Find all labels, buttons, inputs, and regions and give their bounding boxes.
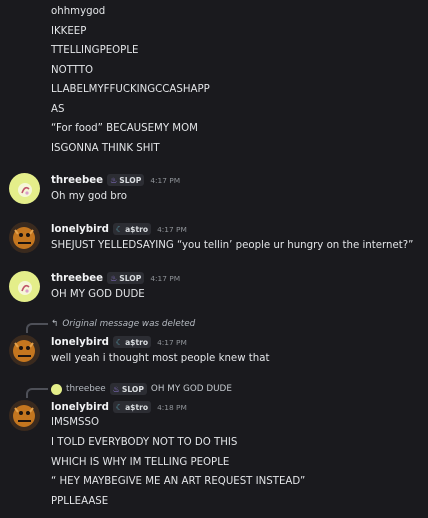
avatar-lonelybird[interactable] xyxy=(9,335,40,366)
avatar-threebee[interactable] xyxy=(9,271,40,302)
message-line: WHICH IS WHY IM TELLING PEOPLE xyxy=(51,457,230,468)
username[interactable]: lonelybird xyxy=(51,402,109,413)
message-line: IMSMSSO xyxy=(51,417,100,428)
server-tag[interactable]: ☾ a$tro xyxy=(112,223,152,235)
message-line: SHEJUST YELLEDSAYING “you tellin’ people… xyxy=(51,240,414,251)
moon-icon: ☾ xyxy=(115,224,124,234)
message-line: OH MY GOD DUDE xyxy=(51,289,145,300)
message-line: NOTTTO xyxy=(51,65,93,76)
server-tag-label: a$tro xyxy=(125,224,149,234)
moon-icon: ☾ xyxy=(115,337,124,347)
message-line: ohhmygod xyxy=(51,6,106,17)
message-line: I TOLD EVERYBODY NOT TO DO THIS xyxy=(51,437,238,448)
message-line: well yeah i thought most people knew tha… xyxy=(51,353,270,364)
message-line: ISGONNA THINK SHIT xyxy=(51,143,160,154)
avatar-threebee[interactable] xyxy=(9,173,40,204)
lonelybird-avatar-image xyxy=(9,335,40,366)
server-tag[interactable]: ♨ SLOP xyxy=(107,174,145,186)
message-line: “For food” BECAUSEMY MOM xyxy=(51,123,198,134)
message-header: lonelybird ☾ a$tro 4:18 PM xyxy=(51,400,187,414)
server-tag-label: SLOP xyxy=(119,175,142,185)
reply-server-tag-label: SLOP xyxy=(121,384,144,394)
threebee-avatar-image xyxy=(9,271,40,302)
server-tag-label: a$tro xyxy=(125,402,149,412)
reply-username: threebee xyxy=(66,384,106,394)
server-tag-label: SLOP xyxy=(119,273,142,283)
server-tag-label: a$tro xyxy=(125,337,149,347)
threebee-avatar-image xyxy=(9,173,40,204)
message-header: lonelybird ☾ a$tro 4:17 PM xyxy=(51,335,187,349)
timestamp[interactable]: 4:18 PM xyxy=(157,403,187,412)
reply-avatar-threebee xyxy=(51,383,62,395)
reply-deleted-text: Original message was deleted xyxy=(62,319,196,329)
reply-connector xyxy=(26,323,48,333)
message-line: “ HEY MAYBEGIVE ME AN ART REQUEST INSTEA… xyxy=(51,476,306,487)
message-header: threebee ♨ SLOP 4:17 PM xyxy=(51,271,180,285)
moon-icon: ☾ xyxy=(115,402,124,412)
username[interactable]: threebee xyxy=(51,273,103,284)
message-line: TTELLINGPEOPLE xyxy=(51,45,139,56)
message-header: lonelybird ☾ a$tro 4:17 PM xyxy=(51,222,187,236)
timestamp[interactable]: 4:17 PM xyxy=(157,225,187,234)
message-line: Oh my god bro xyxy=(51,191,127,202)
server-tag[interactable]: ♨ SLOP xyxy=(107,272,145,284)
message-line: LLABELMYFFUCKINGCCASHAPP xyxy=(51,84,210,95)
flame-icon: ♨ xyxy=(112,384,120,394)
message-line: IKKEEP xyxy=(51,26,87,37)
username[interactable]: lonelybird xyxy=(51,337,109,348)
avatar-lonelybird[interactable] xyxy=(9,222,40,253)
chat-log: ohhmygod IKKEEP TTELLINGPEOPLE NOTTTO LL… xyxy=(0,0,428,518)
timestamp[interactable]: 4:17 PM xyxy=(150,176,180,185)
reply-connector xyxy=(26,388,48,398)
message-line: PPLLEAASE xyxy=(51,496,109,507)
server-tag[interactable]: ☾ a$tro xyxy=(112,401,152,413)
server-tag[interactable]: ☾ a$tro xyxy=(112,336,152,348)
message-line: AS xyxy=(51,104,65,115)
username[interactable]: lonelybird xyxy=(51,224,109,235)
lonelybird-avatar-image xyxy=(9,400,40,431)
reply-preview[interactable]: threebee ♨ SLOP OH MY GOD DUDE xyxy=(51,383,232,395)
flame-icon: ♨ xyxy=(110,175,118,185)
message-header: threebee ♨ SLOP 4:17 PM xyxy=(51,173,180,187)
reply-preview[interactable]: ↰ Original message was deleted xyxy=(51,318,195,330)
reply-arrow-icon: ↰ xyxy=(51,319,59,329)
timestamp[interactable]: 4:17 PM xyxy=(150,274,180,283)
flame-icon: ♨ xyxy=(110,273,118,283)
reply-text: OH MY GOD DUDE xyxy=(150,384,232,394)
reply-server-tag: ♨ SLOP xyxy=(109,383,147,395)
timestamp[interactable]: 4:17 PM xyxy=(157,338,187,347)
username[interactable]: threebee xyxy=(51,175,103,186)
lonelybird-avatar-image xyxy=(9,222,40,253)
avatar-lonelybird[interactable] xyxy=(9,400,40,431)
